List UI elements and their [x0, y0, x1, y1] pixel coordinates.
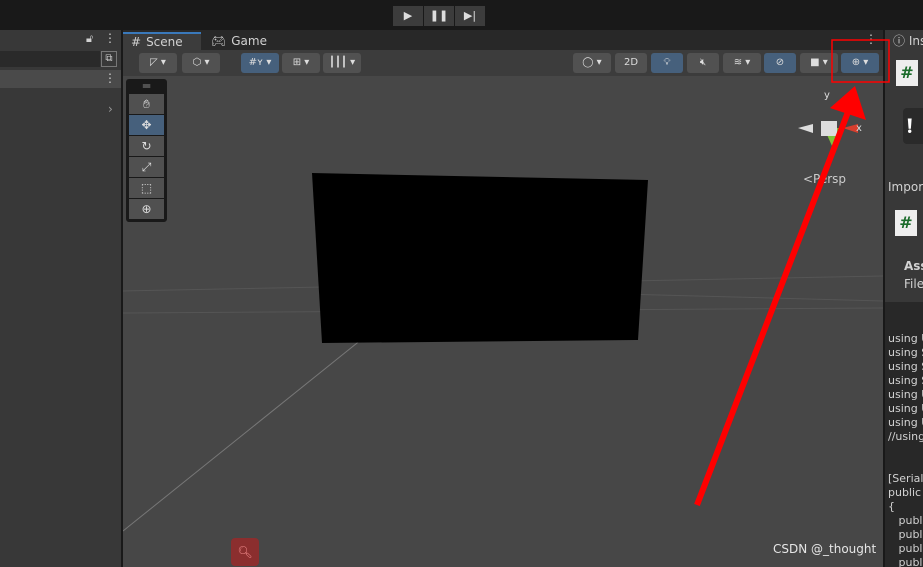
script-icon: # — [896, 60, 918, 86]
code-line: [Serial — [888, 472, 923, 485]
scene-toolbar: ◸ ▾ ⬡ ▾ #ʏ ▾ ⊞ ▾ ┃┃┃ ▾ ◯ ▾ 2D 💡︎ 🔇︎ ≋ ▾ … — [123, 50, 883, 76]
pause-button[interactable]: ❚❚ — [424, 6, 454, 26]
lock-icon[interactable]: 🔓︎ — [86, 32, 93, 45]
code-line: publ — [888, 556, 923, 567]
watermark: CSDN @_thought — [773, 542, 877, 556]
tab-scene-label: Scene — [146, 35, 183, 50]
search-input[interactable] — [0, 51, 100, 67]
scene-geometry: y x <Persp — [123, 90, 883, 532]
increment-snap-dropdown[interactable]: ┃┃┃ ▾ — [323, 53, 361, 73]
move-icon[interactable]: ✥ — [129, 115, 164, 135]
camera-dropdown[interactable]: ■ ▾ — [800, 53, 838, 73]
tool-palette: ═ ✋︎ ✥ ↻ ⤢ ⬚ ⊕ — [126, 79, 167, 222]
drag-handle[interactable]: ═ — [129, 79, 164, 93]
code-line: using U — [888, 388, 923, 401]
code-line: using S — [888, 374, 923, 387]
rect-icon[interactable]: ⬚ — [129, 178, 164, 198]
2d-toggle[interactable]: 2D — [615, 53, 647, 73]
code-line: using U — [888, 402, 923, 415]
render-mode-dropdown[interactable]: ⬡ ▾ — [182, 53, 220, 73]
tab-scene[interactable]: # Scene — [123, 32, 201, 51]
code-preview: using Uusing Susing Susing Susing Uusing… — [885, 302, 923, 567]
more-icon[interactable]: ⋮ — [104, 31, 116, 45]
gizmo-x-label: x — [856, 123, 862, 134]
expand-icon[interactable]: ⧉ — [101, 51, 117, 67]
gizmo-neg-x-axis — [798, 124, 813, 133]
more-icon[interactable]: ⋮ — [865, 32, 877, 46]
import-settings-label: Import — [888, 180, 923, 194]
persp-label[interactable]: <Persp — [803, 172, 846, 186]
play-controls: ▶ ❚❚ ▶| — [393, 6, 485, 26]
play-button[interactable]: ▶ — [393, 6, 423, 26]
tab-game-label: Game — [231, 34, 267, 49]
tab-game[interactable]: 🎮︎ Game — [203, 32, 275, 51]
transform-icon[interactable]: ⊕ — [129, 199, 164, 219]
scene-window: # Scene 🎮︎ Game ⋮ ◸ ▾ ⬡ ▾ #ʏ ▾ ⊞ ▾ ┃┃┃ ▾ ◯… — [123, 30, 883, 567]
assets-label: Ass — [904, 259, 923, 273]
code-line: using S — [888, 346, 923, 359]
chevron-right-icon[interactable]: › — [108, 102, 113, 116]
more-icon[interactable]: ⋮ — [104, 71, 116, 85]
code-line: using U — [888, 332, 923, 345]
hierarchy-panel: 🔓︎ ⋮ ⧉ ⋮ › — [0, 30, 121, 567]
gamepad-icon: 🎮︎ — [211, 34, 227, 49]
code-line: publ — [888, 542, 923, 555]
inspector-tab-label: Ins — [908, 34, 923, 48]
script-icon: # — [895, 210, 917, 236]
scene-row[interactable]: ⋮ — [0, 70, 121, 88]
hidden-objects-toggle[interactable]: ⊘ — [764, 53, 796, 73]
black-quad — [312, 173, 648, 343]
code-line: using U — [888, 416, 923, 429]
hierarchy-header: 🔓︎ ⋮ — [0, 30, 121, 50]
gizmo-y-label: y — [824, 90, 830, 101]
code-line: //using — [888, 430, 923, 443]
code-line: publ — [888, 528, 923, 541]
hand-icon[interactable]: ✋︎ — [129, 94, 164, 114]
warning-icon: ❗︎ — [903, 108, 923, 144]
grid-toggle[interactable]: #ʏ ▾ — [241, 53, 279, 73]
code-line: using S — [888, 360, 923, 373]
search-icon[interactable]: 🔍︎ — [231, 538, 259, 566]
shading-dropdown[interactable]: ◯ ▾ — [573, 53, 611, 73]
effects-dropdown[interactable]: ≋ ▾ — [723, 53, 761, 73]
scale-icon[interactable]: ⤢ — [129, 157, 164, 177]
rotate-icon[interactable]: ↻ — [129, 136, 164, 156]
code-line: publ — [888, 514, 923, 527]
gizmos-dropdown[interactable]: ⊕ ▾ — [841, 53, 879, 73]
code-line: { — [888, 500, 895, 513]
code-line: public — [888, 486, 922, 499]
gizmo-cube — [821, 121, 837, 136]
grid-icon: # — [131, 35, 142, 50]
step-button[interactable]: ▶| — [455, 6, 485, 26]
file-label: File — [904, 277, 923, 291]
scene-viewport[interactable]: y x <Persp — [123, 76, 883, 567]
snap-dropdown[interactable]: ⊞ ▾ — [282, 53, 320, 73]
inspector-tab[interactable]: ⓘ Ins — [893, 34, 923, 48]
lighting-toggle[interactable]: 💡︎ — [651, 53, 683, 73]
draw-mode-dropdown[interactable]: ◸ ▾ — [139, 53, 177, 73]
audio-toggle[interactable]: 🔇︎ — [687, 53, 719, 73]
